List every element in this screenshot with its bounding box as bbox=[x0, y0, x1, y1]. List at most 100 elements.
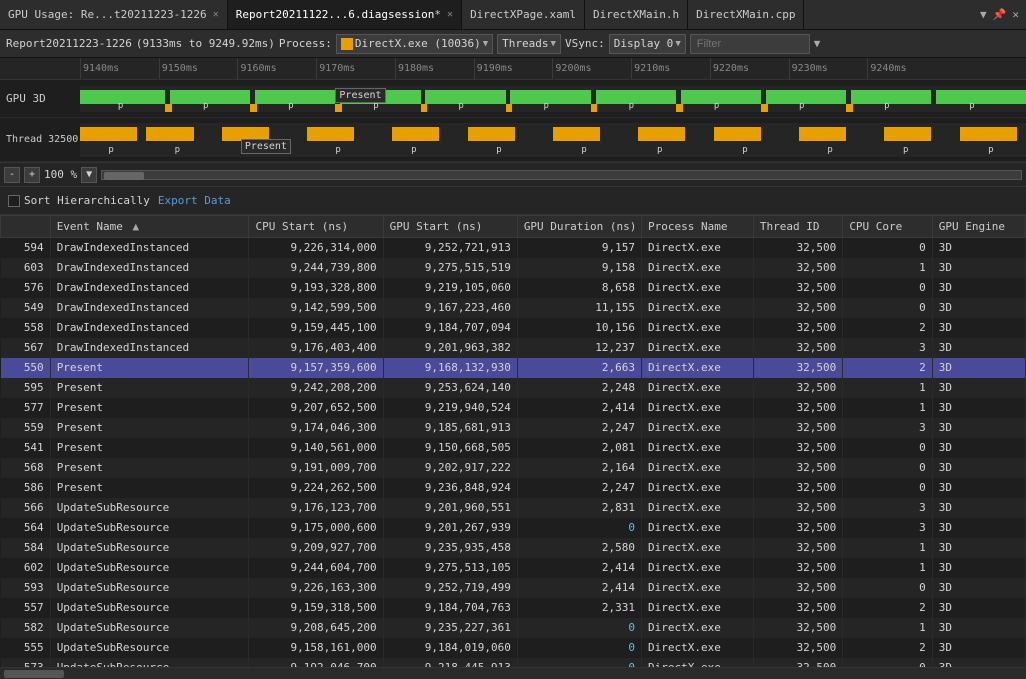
cell-gpudur: 2,247 bbox=[517, 478, 641, 498]
table-row[interactable]: 582 UpdateSubResource 9,208,645,200 9,23… bbox=[1, 618, 1026, 638]
table-row[interactable]: 584 UpdateSubResource 9,209,927,700 9,23… bbox=[1, 538, 1026, 558]
table-row[interactable]: 566 UpdateSubResource 9,176,123,700 9,20… bbox=[1, 498, 1026, 518]
table-row[interactable]: 550 Present 9,157,359,600 9,168,132,930 … bbox=[1, 358, 1026, 378]
ruler-tick: 9220ms bbox=[710, 58, 789, 80]
table-row[interactable]: 577 Present 9,207,652,500 9,219,940,524 … bbox=[1, 398, 1026, 418]
horizontal-scrollbar[interactable] bbox=[0, 667, 1026, 679]
table-row[interactable]: 549 DrawIndexedInstanced 9,142,599,500 9… bbox=[1, 298, 1026, 318]
cell-gpustart: 9,252,721,913 bbox=[383, 238, 517, 258]
table-container: Event Name ▲ CPU Start (ns) GPU Start (n… bbox=[0, 215, 1026, 667]
col-header-thread[interactable]: Thread ID bbox=[753, 216, 842, 238]
tab-gpu-usage[interactable]: GPU Usage: Re...t20211223-1226 ✕ bbox=[0, 0, 228, 29]
tab-directxmain-cpp[interactable]: DirectXMain.cpp bbox=[688, 0, 804, 29]
cell-gpustart: 9,235,935,458 bbox=[383, 538, 517, 558]
col-header-id[interactable] bbox=[1, 216, 51, 238]
table-row[interactable]: 558 DrawIndexedInstanced 9,159,445,100 9… bbox=[1, 318, 1026, 338]
table-row[interactable]: 555 UpdateSubResource 9,158,161,000 9,18… bbox=[1, 638, 1026, 658]
cell-engine: 3D bbox=[932, 558, 1025, 578]
cell-gpustart: 9,201,267,939 bbox=[383, 518, 517, 538]
threads-dropdown[interactable]: Threads ▼ bbox=[497, 34, 561, 54]
cell-engine: 3D bbox=[932, 298, 1025, 318]
cell-id: 566 bbox=[1, 498, 51, 518]
filter-dropdown-icon[interactable]: ▼ bbox=[814, 37, 821, 50]
display-dropdown[interactable]: Display 0 ▼ bbox=[609, 34, 686, 54]
cell-process: DirectX.exe bbox=[642, 238, 754, 258]
tab-directxpage[interactable]: DirectXPage.xaml bbox=[462, 0, 585, 29]
zoom-in-button[interactable]: + bbox=[24, 167, 40, 183]
cell-thread: 32,500 bbox=[753, 278, 842, 298]
cell-process: DirectX.exe bbox=[642, 358, 754, 378]
col-header-gpudur[interactable]: GPU Duration (ns) bbox=[517, 216, 641, 238]
cell-thread: 32,500 bbox=[753, 298, 842, 318]
close-icon[interactable]: ✕ bbox=[447, 9, 453, 20]
cell-engine: 3D bbox=[932, 438, 1025, 458]
cell-thread: 32,500 bbox=[753, 558, 842, 578]
col-header-event[interactable]: Event Name ▲ bbox=[50, 216, 249, 238]
cell-gpustart: 9,202,917,222 bbox=[383, 458, 517, 478]
tab-directxmain-h[interactable]: DirectXMain.h bbox=[585, 0, 688, 29]
table-row[interactable]: 602 UpdateSubResource 9,244,604,700 9,27… bbox=[1, 558, 1026, 578]
table-row[interactable]: 594 DrawIndexedInstanced 9,226,314,000 9… bbox=[1, 238, 1026, 258]
filter-input[interactable] bbox=[690, 34, 810, 54]
cell-gpudur: 0 bbox=[517, 518, 641, 538]
report-label: Report20211223-1226 bbox=[6, 37, 132, 50]
table-row[interactable]: 595 Present 9,242,208,200 9,253,624,140 … bbox=[1, 378, 1026, 398]
process-dropdown[interactable]: DirectX.exe (10036) ▼ bbox=[336, 34, 493, 54]
export-data-button[interactable]: Export Data bbox=[158, 194, 231, 207]
cell-event: Present bbox=[50, 478, 249, 498]
table-row[interactable]: 564 UpdateSubResource 9,175,000,600 9,20… bbox=[1, 518, 1026, 538]
cell-gpudur: 2,248 bbox=[517, 378, 641, 398]
cell-thread: 32,500 bbox=[753, 658, 842, 668]
cell-event: Present bbox=[50, 378, 249, 398]
tab-report[interactable]: Report20211122...6.diagsession * ✕ bbox=[228, 0, 462, 29]
timeline-scrollbar[interactable] bbox=[101, 170, 1022, 180]
cell-cpustart: 9,176,403,400 bbox=[249, 338, 383, 358]
cell-engine: 3D bbox=[932, 338, 1025, 358]
col-header-gpustart[interactable]: GPU Start (ns) bbox=[383, 216, 517, 238]
cell-process: DirectX.exe bbox=[642, 258, 754, 278]
gpu3d-track[interactable]: p p p p p p p p p p p Present bbox=[80, 86, 1026, 112]
col-header-core[interactable]: CPU Core bbox=[843, 216, 932, 238]
table-row[interactable]: 559 Present 9,174,046,300 9,185,681,913 … bbox=[1, 418, 1026, 438]
cell-core: 2 bbox=[843, 358, 932, 378]
zoom-out-button[interactable]: - bbox=[4, 167, 20, 183]
close-window-icon[interactable]: ✕ bbox=[1012, 8, 1019, 21]
cell-core: 2 bbox=[843, 318, 932, 338]
cell-gpustart: 9,184,704,763 bbox=[383, 598, 517, 618]
close-icon[interactable]: ✕ bbox=[213, 9, 219, 20]
col-header-engine[interactable]: GPU Engine bbox=[932, 216, 1025, 238]
cell-process: DirectX.exe bbox=[642, 278, 754, 298]
table-row[interactable]: 603 DrawIndexedInstanced 9,244,739,800 9… bbox=[1, 258, 1026, 278]
table-row[interactable]: 576 DrawIndexedInstanced 9,193,328,800 9… bbox=[1, 278, 1026, 298]
process-icon bbox=[341, 38, 353, 50]
cell-cpustart: 9,192,046,700 bbox=[249, 658, 383, 668]
cell-engine: 3D bbox=[932, 258, 1025, 278]
overflow-icon[interactable]: ▼ bbox=[980, 8, 987, 21]
cell-event: UpdateSubResource bbox=[50, 538, 249, 558]
cell-cpustart: 9,191,009,700 bbox=[249, 458, 383, 478]
table-row[interactable]: 593 UpdateSubResource 9,226,163,300 9,25… bbox=[1, 578, 1026, 598]
scrollbar-thumb[interactable] bbox=[4, 670, 64, 678]
table-row[interactable]: 567 DrawIndexedInstanced 9,176,403,400 9… bbox=[1, 338, 1026, 358]
table-row[interactable]: 541 Present 9,140,561,000 9,150,668,505 … bbox=[1, 438, 1026, 458]
ruler-tick: 9170ms bbox=[316, 58, 395, 80]
table-row[interactable]: 557 UpdateSubResource 9,159,318,500 9,18… bbox=[1, 598, 1026, 618]
thread-track[interactable]: p p p p p p p p p p p p Present bbox=[80, 123, 1026, 157]
cell-cpustart: 9,175,000,600 bbox=[249, 518, 383, 538]
cell-gpudur: 11,155 bbox=[517, 298, 641, 318]
col-header-process[interactable]: Process Name bbox=[642, 216, 754, 238]
cell-id: 567 bbox=[1, 338, 51, 358]
table-row[interactable]: 568 Present 9,191,009,700 9,202,917,222 … bbox=[1, 458, 1026, 478]
cell-gpudur: 2,414 bbox=[517, 398, 641, 418]
cell-gpudur: 2,331 bbox=[517, 598, 641, 618]
cell-id: 577 bbox=[1, 398, 51, 418]
table-row[interactable]: 573 UpdateSubResource 9,192,046,700 9,21… bbox=[1, 658, 1026, 668]
zoom-dropdown-button[interactable]: ▼ bbox=[81, 167, 97, 183]
col-header-cpustart[interactable]: CPU Start (ns) bbox=[249, 216, 383, 238]
table-row[interactable]: 586 Present 9,224,262,500 9,236,848,924 … bbox=[1, 478, 1026, 498]
sort-hierarchically-checkbox[interactable] bbox=[8, 195, 20, 207]
cell-process: DirectX.exe bbox=[642, 578, 754, 598]
table-section: Sort Hierarchically Export Data Event Na… bbox=[0, 187, 1026, 679]
cell-gpudur: 2,414 bbox=[517, 578, 641, 598]
pin-icon[interactable]: 📌 bbox=[993, 8, 1007, 21]
